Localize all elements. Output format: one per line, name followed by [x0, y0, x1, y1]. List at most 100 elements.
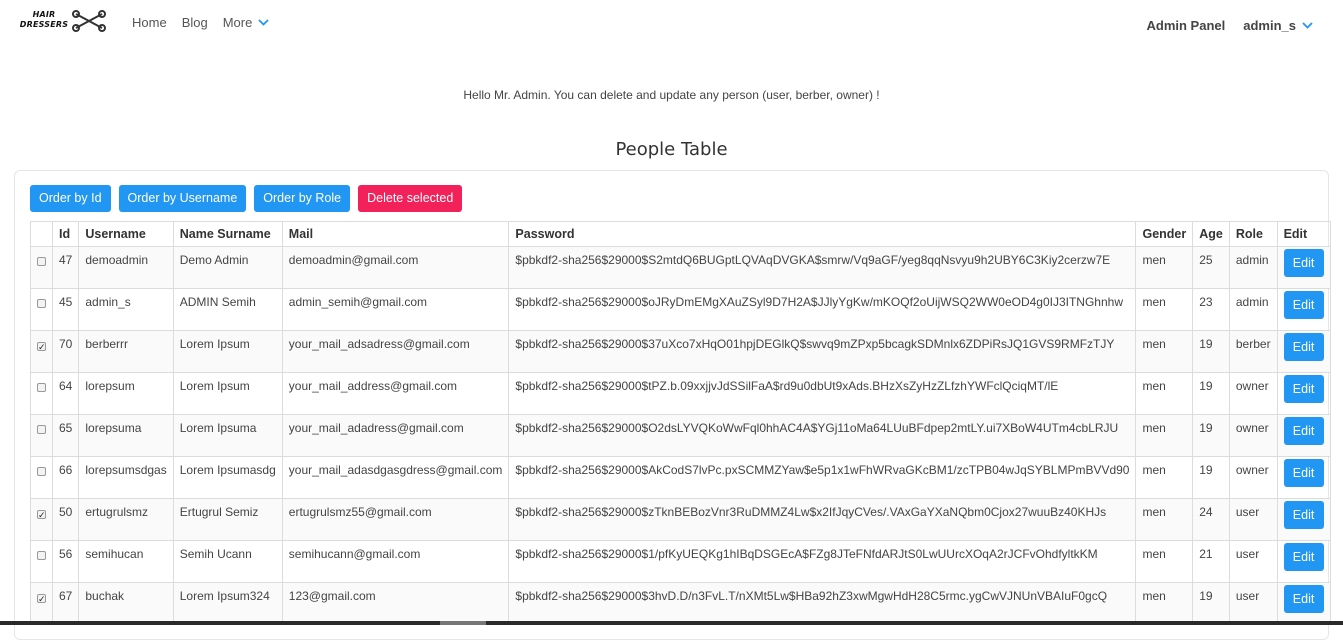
edit-button[interactable]: Edit [1283, 459, 1324, 487]
cell-role: admin [1228, 288, 1278, 331]
cell-gender: men [1135, 414, 1194, 457]
brand-logo[interactable]: HAIR DRESSERS [18, 10, 106, 36]
cell-password: $pbkdf2-sha256$29000$37uXco7xHqO01hpjDEG… [508, 330, 1137, 373]
navbar: HAIR DRESSERS Home Blog More Admin Panel [0, 0, 1343, 50]
row-checkbox[interactable] [37, 425, 46, 434]
people-table: Id Username Name Surname Mail Password G… [30, 221, 1331, 625]
cell-username: admin_s [78, 288, 174, 331]
nav-links: Home Blog More [132, 15, 284, 30]
cell-id: 45 [51, 288, 80, 331]
edit-button[interactable]: Edit [1283, 585, 1324, 613]
user-menu[interactable]: admin_s [1243, 18, 1313, 33]
row-checkbox[interactable] [37, 299, 46, 308]
edit-button[interactable]: Edit [1283, 249, 1324, 277]
cell-username: semihucan [78, 540, 174, 583]
cell-id: 64 [51, 372, 80, 415]
col-name-surname: Name Surname [172, 221, 283, 247]
nav-more[interactable]: More [223, 15, 270, 30]
cell-role: berber [1228, 330, 1278, 373]
cell-mail: your_mail_address@gmail.com [281, 372, 510, 415]
order-by-username-button[interactable]: Order by Username [118, 185, 247, 212]
table-row: ✓ 67 buchak Lorem Ipsum324 123@gmail.com $pbk… [30, 582, 1331, 625]
table-row: 64 lorepsum Lorem Ipsum your_mail_address@g… [30, 372, 1331, 415]
cell-age: 19 [1192, 582, 1230, 625]
cell-gender: men [1135, 372, 1194, 415]
cell-edit: Edit [1276, 288, 1331, 331]
cell-mail: your_mail_adasdgasgdress@gmail.com [281, 456, 510, 499]
col-password: Password [508, 221, 1137, 247]
cell-gender: men [1135, 330, 1194, 373]
page-title: People Table [615, 139, 728, 160]
delete-selected-button[interactable]: Delete selected [358, 185, 463, 212]
cell-role: owner [1228, 372, 1278, 415]
table-row: 56 semihucan Semih Ucann semihucann@gmail.c… [30, 540, 1331, 583]
row-select-cell [30, 372, 53, 415]
col-age: Age [1192, 221, 1230, 247]
cell-name-surname: Lorem Ipsum [172, 372, 283, 415]
cell-password: $pbkdf2-sha256$29000$1/pfKyUEQKg1hIBqDSG… [508, 540, 1137, 583]
order-by-id-button[interactable]: Order by Id [30, 185, 111, 212]
cell-role: owner [1228, 456, 1278, 499]
row-select-cell [30, 288, 53, 331]
edit-button[interactable]: Edit [1283, 543, 1324, 571]
cell-id: 65 [51, 414, 80, 457]
row-checkbox[interactable]: ✓ [37, 594, 46, 604]
nav-more-label: More [222, 15, 253, 30]
cell-age: 24 [1192, 498, 1230, 541]
user-name: admin_s [1243, 18, 1296, 33]
admin-panel-link[interactable]: Admin Panel [1147, 18, 1226, 33]
cell-id: 50 [51, 498, 80, 541]
row-select-cell: ✓ [30, 330, 53, 373]
nav-right: Admin Panel admin_s [1129, 18, 1314, 33]
row-checkbox[interactable] [37, 467, 46, 476]
row-checkbox[interactable] [37, 551, 46, 560]
edit-button[interactable]: Edit [1283, 291, 1324, 319]
brand-text: HAIR DRESSERS [18, 10, 70, 30]
row-checkbox[interactable]: ✓ [37, 342, 46, 352]
cell-gender: men [1135, 288, 1194, 331]
scissors-icon [72, 10, 106, 32]
order-by-role-button[interactable]: Order by Role [254, 185, 351, 212]
nav-blog[interactable]: Blog [182, 15, 208, 30]
cell-edit: Edit [1276, 372, 1331, 415]
col-username: Username [78, 221, 174, 247]
cell-password: $pbkdf2-sha256$29000$AkCodS7lvPc.pxSCMMZ… [508, 456, 1137, 499]
edit-button[interactable]: Edit [1283, 375, 1324, 403]
cell-edit: Edit [1276, 456, 1331, 499]
table-body: 47 demoadmin Demo Admin demoadmin@gmail.com… [30, 246, 1331, 625]
cell-username: buchak [78, 582, 174, 625]
cell-edit: Edit [1276, 498, 1331, 541]
cell-name-surname: Demo Admin [172, 246, 283, 289]
cell-password: $pbkdf2-sha256$29000$tPZ.b.09xxjjvJdSSil… [508, 372, 1137, 415]
horizontal-scrollbar[interactable] [0, 621, 1343, 625]
row-checkbox[interactable] [37, 257, 46, 266]
cell-gender: men [1135, 582, 1194, 625]
action-buttons: Order by Id Order by Username Order by R… [30, 185, 470, 212]
col-id: Id [51, 221, 80, 247]
col-gender: Gender [1135, 221, 1194, 247]
cell-age: 19 [1192, 372, 1230, 415]
row-checkbox[interactable] [37, 383, 46, 392]
nav-home[interactable]: Home [132, 15, 167, 30]
welcome-message: Hello Mr. Admin. You can delete and upda… [463, 88, 880, 102]
cell-age: 25 [1192, 246, 1230, 289]
cell-gender: men [1135, 246, 1194, 289]
cell-username: ertugrulsmz [78, 498, 174, 541]
scrollbar-thumb[interactable] [440, 621, 486, 625]
cell-username: lorepsum [78, 372, 174, 415]
cell-password: $pbkdf2-sha256$29000$oJRyDmEMgXAuZSyl9D7… [508, 288, 1137, 331]
row-select-cell: ✓ [30, 582, 53, 625]
edit-button[interactable]: Edit [1283, 333, 1324, 361]
row-checkbox[interactable]: ✓ [37, 510, 46, 520]
col-edit: Edit [1276, 221, 1331, 247]
row-select-cell: ✓ [30, 498, 53, 541]
edit-button[interactable]: Edit [1283, 501, 1324, 529]
cell-username: berberrr [78, 330, 174, 373]
cell-role: user [1228, 498, 1278, 541]
cell-age: 19 [1192, 414, 1230, 457]
table-header-row: Id Username Name Surname Mail Password G… [30, 221, 1331, 247]
cell-role: user [1228, 540, 1278, 583]
cell-name-surname: Lorem Ipsum324 [172, 582, 283, 625]
edit-button[interactable]: Edit [1283, 417, 1324, 445]
col-mail: Mail [281, 221, 510, 247]
